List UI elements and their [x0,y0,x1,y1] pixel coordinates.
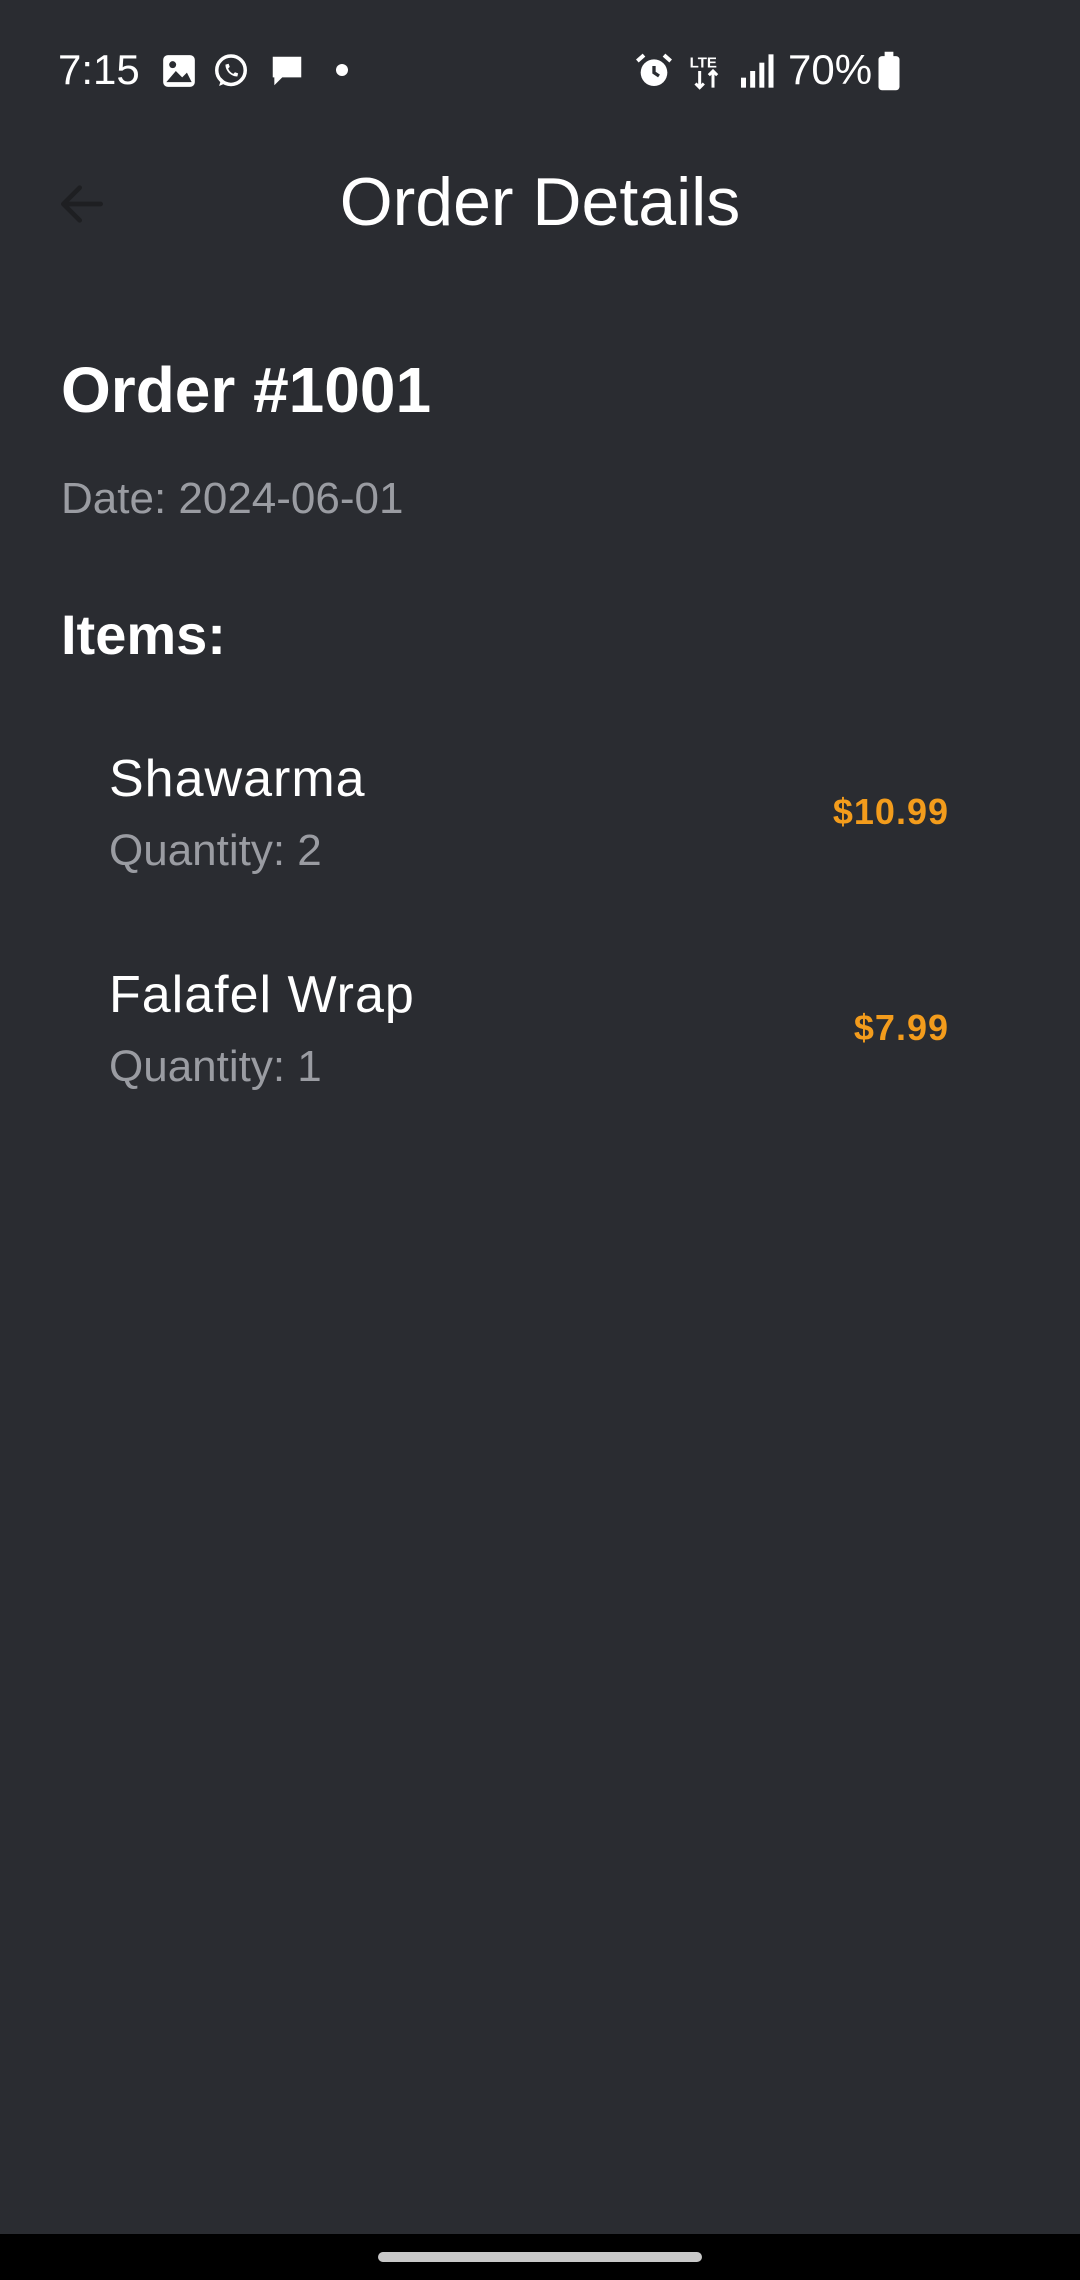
item-name: Falafel Wrap [109,966,415,1024]
signal-icon [741,54,774,88]
order-item-row[interactable]: Shawarma Quantity: 2 $10.99 [109,748,949,928]
app-bar: Order Details [0,140,1080,260]
message-icon [272,56,302,86]
order-item-row[interactable]: Falafel Wrap Quantity: 1 $7.99 [109,964,949,1144]
lte-icon: LTE [690,55,719,90]
status-time: 7:15 [58,46,140,93]
alarm-icon [636,53,672,86]
item-name: Shawarma [109,750,366,808]
navigation-bar [0,2234,1080,2280]
page-title: Order Details [339,164,741,240]
items-heading: Items: [61,603,226,666]
item-quantity: Quantity: 2 [109,826,322,875]
order-title: Order #1001 [61,354,432,426]
status-bar: 7:15 LTE 70% [0,0,1080,140]
whatsapp-icon [215,54,247,87]
battery-percent: 70% [788,46,873,93]
order-date: Date: 2024-06-01 [61,474,404,523]
home-indicator[interactable] [378,2252,702,2262]
battery-icon [878,51,900,91]
gallery-icon [163,55,195,87]
item-price: $10.99 [832,791,949,832]
notification-dot [336,64,348,76]
item-quantity: Quantity: 1 [109,1042,322,1091]
item-price: $7.99 [853,1007,949,1048]
